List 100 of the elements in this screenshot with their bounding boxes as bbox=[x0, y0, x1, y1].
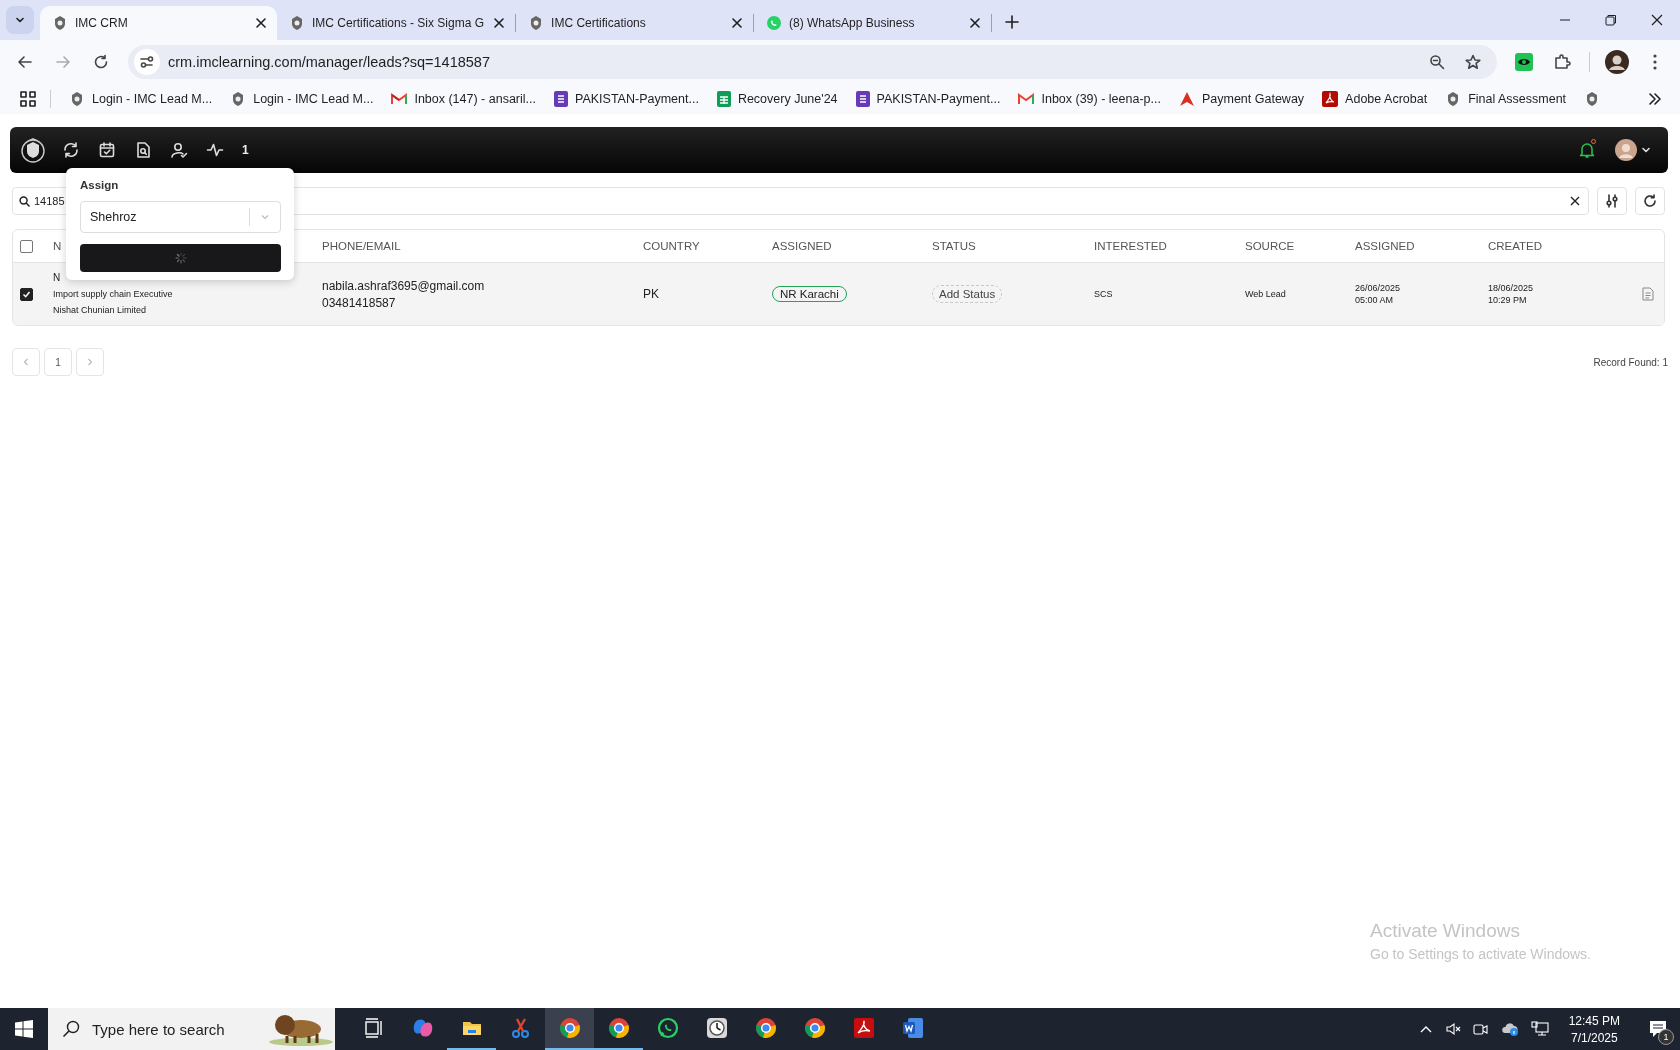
more-icon bbox=[1653, 54, 1657, 70]
bookmark[interactable]: Inbox (147) - ansaril... bbox=[383, 89, 544, 109]
notification-center-button[interactable]: 1 bbox=[1636, 1008, 1680, 1050]
note-icon[interactable] bbox=[1642, 287, 1654, 301]
selection-count: 1 bbox=[242, 143, 249, 157]
select-all-checkbox[interactable] bbox=[20, 239, 33, 253]
column-header: STATUS bbox=[932, 240, 977, 252]
check-icon bbox=[22, 289, 31, 299]
browser-icon bbox=[803, 1017, 826, 1039]
refresh-icon bbox=[1643, 194, 1657, 208]
network-button[interactable] bbox=[1530, 1021, 1549, 1037]
crest-icon bbox=[69, 91, 85, 107]
interest-text: SCS bbox=[1094, 289, 1114, 299]
activation-title: Activate Windows bbox=[1370, 920, 1521, 942]
column-header: COUNTRY bbox=[643, 240, 701, 252]
cloud-button[interactable] bbox=[1500, 1021, 1519, 1037]
assignee-dropdown[interactable]: Shehroz bbox=[80, 201, 281, 233]
clock-date[interactable]: 7/1/2025 bbox=[1570, 1030, 1618, 1045]
cloud-icon bbox=[1500, 1021, 1519, 1037]
tune-icon bbox=[139, 54, 155, 70]
column-header: INTERESTED bbox=[1094, 240, 1168, 252]
crest-icon bbox=[289, 15, 305, 31]
bookmark[interactable]: PAKISTAN-Payment... bbox=[847, 88, 1009, 110]
column-header: CREATED bbox=[1488, 240, 1544, 252]
task-view-icon bbox=[362, 1017, 385, 1039]
chat-icon bbox=[766, 15, 783, 31]
chevron-down-icon bbox=[260, 212, 270, 222]
country-text: PK bbox=[643, 287, 660, 301]
search-icon bbox=[19, 195, 30, 207]
document-icon bbox=[1322, 91, 1339, 107]
row-checkbox[interactable] bbox=[20, 287, 33, 301]
column-header: PHONE/EMAIL bbox=[322, 240, 402, 252]
clear-icon[interactable] bbox=[1570, 196, 1580, 206]
bookmark[interactable]: Login - IMC Lead M... bbox=[61, 88, 221, 110]
activity-icon bbox=[206, 141, 224, 159]
email-text: nabila.ashraf3695@gmail.com bbox=[322, 278, 486, 293]
browser-tab[interactable]: IMC Certifications bbox=[516, 6, 754, 40]
crest-icon bbox=[52, 15, 68, 31]
clock-icon bbox=[705, 1017, 728, 1039]
grid-icon bbox=[20, 91, 36, 107]
source-text: Web Lead bbox=[1245, 289, 1287, 299]
mute-icon bbox=[1444, 1021, 1461, 1037]
site-info-button[interactable] bbox=[134, 49, 160, 75]
browser-icon bbox=[754, 1017, 777, 1039]
monitor-icon bbox=[1530, 1021, 1549, 1037]
phone-text: 03481418587 bbox=[322, 295, 397, 310]
form-icon bbox=[855, 91, 870, 107]
windows-icon bbox=[15, 1020, 33, 1038]
assigned-time: 05:00 AM bbox=[1355, 295, 1395, 305]
page-button[interactable]: 1 bbox=[44, 348, 72, 376]
column-header: N bbox=[53, 240, 63, 252]
refresh-button[interactable] bbox=[1635, 187, 1665, 215]
clock-time[interactable]: 12:45 PM bbox=[1568, 1013, 1620, 1028]
taskbar-button[interactable] bbox=[545, 1008, 594, 1050]
bookmark[interactable]: Login - IMC Lead M... bbox=[222, 88, 382, 110]
job-title: Import supply chain Executive bbox=[53, 288, 173, 301]
browser-tab[interactable]: IMC Certifications - Six Sigma G bbox=[277, 6, 516, 40]
close-icon[interactable] bbox=[253, 15, 269, 31]
created-time: 10:29 PM bbox=[1488, 295, 1528, 305]
filter-button[interactable] bbox=[1597, 187, 1627, 215]
bookmark[interactable]: Inbox (39) - leena-p... bbox=[1010, 89, 1169, 109]
avatar-icon bbox=[1605, 50, 1629, 74]
bookmark[interactable]: PAKISTAN-Payment... bbox=[546, 88, 707, 110]
flower-icon bbox=[411, 1017, 434, 1039]
reload-icon bbox=[93, 54, 109, 70]
created-date: 18/06/2025 bbox=[1488, 283, 1535, 293]
document-icon bbox=[901, 1017, 924, 1039]
user-check-icon bbox=[170, 141, 188, 159]
forward-icon bbox=[55, 54, 71, 70]
bookmark[interactable]: Payment Gateway bbox=[1170, 88, 1313, 110]
bookmark[interactable]: Final Assessment bbox=[1437, 88, 1575, 110]
camera-icon bbox=[1472, 1021, 1489, 1037]
form-icon bbox=[554, 91, 568, 107]
assigned-date: 26/06/2025 bbox=[1355, 283, 1402, 293]
company-name: Nishat Chunian Limited bbox=[53, 304, 147, 317]
triangle-icon bbox=[1178, 91, 1195, 107]
activation-message: Go to Settings to activate Windows. bbox=[1370, 946, 1591, 962]
bookmark[interactable]: Recovery June'24 bbox=[708, 88, 846, 110]
restore-icon bbox=[1605, 14, 1617, 26]
address-bar[interactable]: crm.imclearning.com/manager/leads?sq=1418587 bbox=[128, 45, 1497, 79]
volume-button[interactable] bbox=[1444, 1021, 1461, 1037]
browser-icon bbox=[558, 1017, 581, 1039]
camera-button[interactable] bbox=[1472, 1021, 1489, 1037]
sliders-icon bbox=[1605, 194, 1619, 208]
chevrons-icon bbox=[1648, 92, 1662, 106]
plus-icon bbox=[1005, 15, 1020, 29]
browser-tab[interactable]: IMC CRM bbox=[40, 6, 277, 40]
column-header: ASSIGNED bbox=[772, 240, 833, 252]
bookmark[interactable]: Adobe Acrobat bbox=[1314, 88, 1436, 110]
calendar-icon bbox=[98, 141, 116, 159]
back-icon bbox=[17, 54, 33, 70]
search-icon bbox=[62, 1020, 80, 1038]
refresh-icon bbox=[62, 141, 80, 159]
logo[interactable] bbox=[18, 135, 48, 165]
notification-badge: 1 bbox=[1658, 1029, 1674, 1045]
browser-icon bbox=[607, 1017, 630, 1039]
taskbar-search-field[interactable]: Type here to search bbox=[48, 1008, 335, 1050]
file-search-icon bbox=[134, 141, 152, 159]
column-header: ASSIGNED bbox=[1355, 240, 1416, 252]
browser-tab[interactable]: (8) WhatsApp Business bbox=[754, 6, 992, 40]
